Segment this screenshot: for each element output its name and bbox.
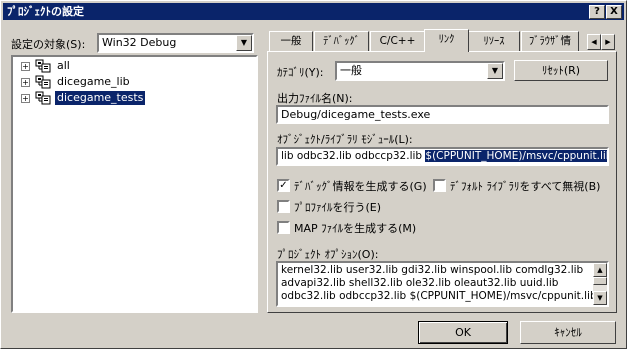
plus-box-icon[interactable]: + xyxy=(21,62,30,71)
config-value: Win32 Debug xyxy=(102,36,177,49)
project-options-scrollbar[interactable]: ▲ ▼ xyxy=(593,263,607,305)
project-options-line: advapi32.lib shell32.lib ole32.lib oleau… xyxy=(281,277,559,289)
output-filename-label: 出力ﾌｧｲﾙ名(N): xyxy=(277,92,353,105)
tree-item-label: dicegame_tests xyxy=(55,91,146,105)
tab-0[interactable]: 一般 xyxy=(269,31,313,51)
arrow-right-icon[interactable]: ▶ xyxy=(601,34,615,50)
help-button[interactable]: ? xyxy=(589,5,605,19)
scroll-down-icon[interactable]: ▼ xyxy=(593,291,607,305)
close-button[interactable]: X xyxy=(606,5,622,19)
debug-info-label: ﾃﾞﾊﾞｯｸﾞ情報を生成する(G) xyxy=(294,180,427,193)
modules-value-selected: $(CPPUNIT_HOME)/msvc/cppunit.lib xyxy=(425,150,607,162)
chevron-down-icon[interactable]: ▼ xyxy=(236,35,252,51)
project-options-textarea[interactable]: kernel32.lib user32.lib gdi32.lib winspo… xyxy=(276,261,609,307)
map-file-checkbox[interactable] xyxy=(277,221,290,234)
debug-info-checkbox[interactable]: ✓ xyxy=(277,179,290,192)
profile-checkbox[interactable] xyxy=(277,200,290,213)
tree-item-label: dicegame_lib xyxy=(57,75,130,88)
category-combo[interactable]: 一般 ▼ xyxy=(335,61,505,81)
project-options-line: kernel32.lib user32.lib gdi32.lib winspo… xyxy=(281,264,584,276)
project-options-line: odbc32.lib odbccp32.lib $(CPPUNIT_HOME)/… xyxy=(281,290,597,302)
ok-button[interactable]: OK xyxy=(418,321,508,344)
plus-box-icon[interactable]: + xyxy=(21,78,30,87)
tab-2[interactable]: C/C++ xyxy=(370,31,425,51)
window-title: ﾌﾟﾛｼﾞｪｸﾄの設定 xyxy=(7,5,84,18)
category-label: ｶﾃｺﾞﾘ(Y): xyxy=(277,66,324,79)
profile-label: ﾌﾟﾛﾌｧｲﾙを行う(E) xyxy=(294,201,382,214)
modules-input[interactable]: lib odbc32.lib odbccp32.lib $(CPPUNIT_HO… xyxy=(276,147,609,166)
tab-4[interactable]: ﾘｿｰｽ xyxy=(468,31,520,51)
project-options-label: ﾌﾟﾛｼﾞｪｸﾄ ｵﾌﾟｼｮﾝ(O): xyxy=(277,248,379,261)
scroll-up-icon[interactable]: ▲ xyxy=(593,263,607,277)
modules-value-plain: lib odbc32.lib odbccp32.lib xyxy=(281,150,426,162)
plus-box-icon[interactable]: + xyxy=(21,94,30,103)
arrow-left-icon[interactable]: ◀ xyxy=(587,34,601,50)
map-file-label: MAP ﾌｧｲﾙを生成する(M) xyxy=(294,222,417,235)
category-value: 一般 xyxy=(340,64,362,77)
ignore-default-libs-checkbox[interactable] xyxy=(433,179,446,192)
ignore-default-libs-label: ﾃﾞﾌｫﾙﾄ ﾗｲﾌﾞﾗﾘをすべて無視(B) xyxy=(450,180,601,193)
modules-label: ｵﾌﾞｼﾞｪｸﾄ/ﾗｲﾌﾞﾗﾘ ﾓｼﾞｭｰﾙ(L): xyxy=(277,133,413,146)
tree-item-label: all xyxy=(57,59,70,72)
project-icon xyxy=(35,59,51,73)
chevron-down-icon[interactable]: ▼ xyxy=(487,63,503,79)
project-icon xyxy=(35,91,51,105)
tab-1[interactable]: ﾃﾞﾊﾞｯｸﾞ xyxy=(314,31,369,51)
project-settings-window: ﾌﾟﾛｼﾞｪｸﾄの設定 ? X 設定の対象(S): Win32 Debug ▼ … xyxy=(0,0,627,349)
reset-button[interactable]: ﾘｾｯﾄ(R) xyxy=(514,60,608,81)
scroll-thumb[interactable] xyxy=(593,277,607,285)
cancel-button[interactable]: ｷｬﾝｾﾙ xyxy=(520,321,616,344)
settings-for-label: 設定の対象(S): xyxy=(11,38,86,51)
output-filename-input[interactable]: Debug/dicegame_tests.exe xyxy=(276,105,609,124)
title-bar: ﾌﾟﾛｼﾞｪｸﾄの設定 xyxy=(3,3,624,20)
project-options-text: kernel32.lib user32.lib gdi32.lib winspo… xyxy=(281,264,597,303)
project-tree[interactable]: + all + dicegame_lib + dicegame_tests xyxy=(11,55,258,313)
tab-5[interactable]: ﾌﾞﾗｳｻﾞ情 xyxy=(521,31,579,51)
tab-3[interactable]: ﾘﾝｸ xyxy=(424,29,469,52)
project-icon xyxy=(35,75,51,89)
config-combo[interactable]: Win32 Debug ▼ xyxy=(97,33,254,53)
output-filename-value: Debug/dicegame_tests.exe xyxy=(281,108,431,121)
